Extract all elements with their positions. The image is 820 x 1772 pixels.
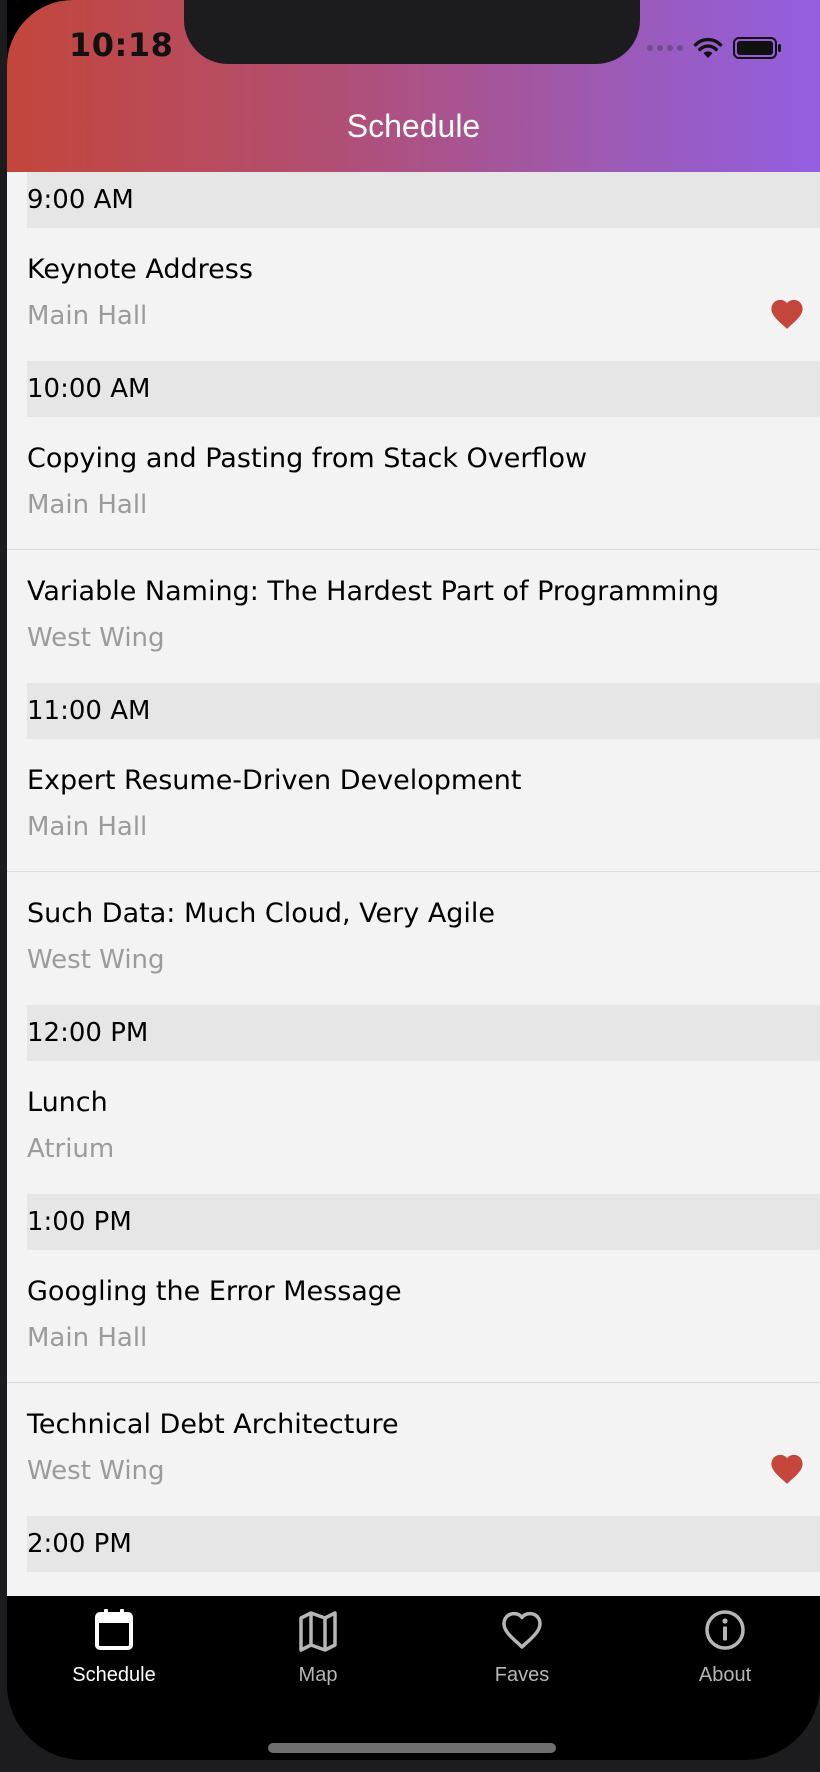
heart-outline-icon xyxy=(502,1611,542,1649)
session-location: West Wing xyxy=(27,1456,165,1486)
page-title: Schedule xyxy=(346,108,481,144)
session-location: Main Hall xyxy=(27,1323,148,1353)
section-header: 9:00 AM xyxy=(27,172,820,228)
status-icons xyxy=(647,34,783,62)
favorite-heart-icon[interactable] xyxy=(770,298,804,330)
session-location: West Wing xyxy=(27,945,165,975)
tab-schedule[interactable]: Schedule xyxy=(24,1608,204,1687)
session-title: Technical Debt Architecture xyxy=(27,1409,399,1440)
tab-bar: Schedule Map Faves About xyxy=(7,1596,820,1760)
session-row[interactable]: Googling the Error Message Main Hall xyxy=(7,1250,820,1383)
schedule-list[interactable]: 9:00 AM Keynote Address Main Hall 10:00 … xyxy=(7,172,820,1596)
favorite-heart-icon[interactable] xyxy=(770,1453,804,1485)
section-header: 1:00 PM xyxy=(27,1194,820,1250)
tab-faves[interactable]: Faves xyxy=(432,1608,612,1687)
home-indicator[interactable] xyxy=(268,1743,556,1753)
session-title: Lunch xyxy=(27,1087,108,1118)
section-header: 10:00 AM xyxy=(27,361,820,417)
session-location: Main Hall xyxy=(27,490,148,520)
session-row[interactable]: Expert Resume-Driven Development Main Ha… xyxy=(7,739,820,872)
session-title: Variable Naming: The Hardest Part of Pro… xyxy=(27,576,720,607)
cellular-signal-icon xyxy=(647,45,683,51)
calendar-icon xyxy=(95,1609,133,1650)
session-location: Main Hall xyxy=(27,812,148,842)
session-title: Expert Resume-Driven Development xyxy=(27,765,522,796)
section-header: 12:00 PM xyxy=(27,1005,820,1061)
wifi-icon xyxy=(693,37,723,58)
app-screen: 10:18 Schedule 9:00 AM Keynote Address M… xyxy=(7,0,820,1760)
session-row[interactable]: Lunch Atrium xyxy=(7,1061,820,1194)
session-row[interactable]: Such Data: Much Cloud, Very Agile West W… xyxy=(7,872,820,1005)
tab-label: Schedule xyxy=(72,1664,156,1686)
session-location: Main Hall xyxy=(27,301,148,331)
tab-label: Map xyxy=(298,1664,338,1686)
header-bar: 10:18 Schedule xyxy=(7,0,820,172)
session-row[interactable]: Variable Naming: The Hardest Part of Pro… xyxy=(7,550,820,683)
session-location: West Wing xyxy=(27,623,165,653)
status-time: 10:18 xyxy=(69,26,174,64)
tab-label: About xyxy=(698,1664,752,1686)
section-header: 2:00 PM xyxy=(27,1516,820,1572)
session-title: Such Data: Much Cloud, Very Agile xyxy=(27,898,496,929)
session-title: Googling the Error Message xyxy=(27,1276,402,1307)
session-title: Copying and Pasting from Stack Overflow xyxy=(27,443,588,474)
session-title: Keynote Address xyxy=(27,254,253,285)
map-icon xyxy=(299,1611,337,1652)
session-row[interactable]: Technical Debt Architecture West Wing xyxy=(7,1383,820,1516)
session-row[interactable]: Copying and Pasting from Stack Overflow … xyxy=(7,417,820,550)
session-location: Atrium xyxy=(27,1134,115,1164)
session-row[interactable]: Keynote Address Main Hall xyxy=(7,228,820,361)
section-header: 11:00 AM xyxy=(27,683,820,739)
tab-about[interactable]: About xyxy=(635,1608,815,1687)
info-icon xyxy=(705,1610,745,1650)
battery-icon xyxy=(733,37,781,59)
device-notch xyxy=(184,0,640,64)
tab-label: Faves xyxy=(494,1664,550,1686)
tab-map[interactable]: Map xyxy=(228,1608,408,1687)
